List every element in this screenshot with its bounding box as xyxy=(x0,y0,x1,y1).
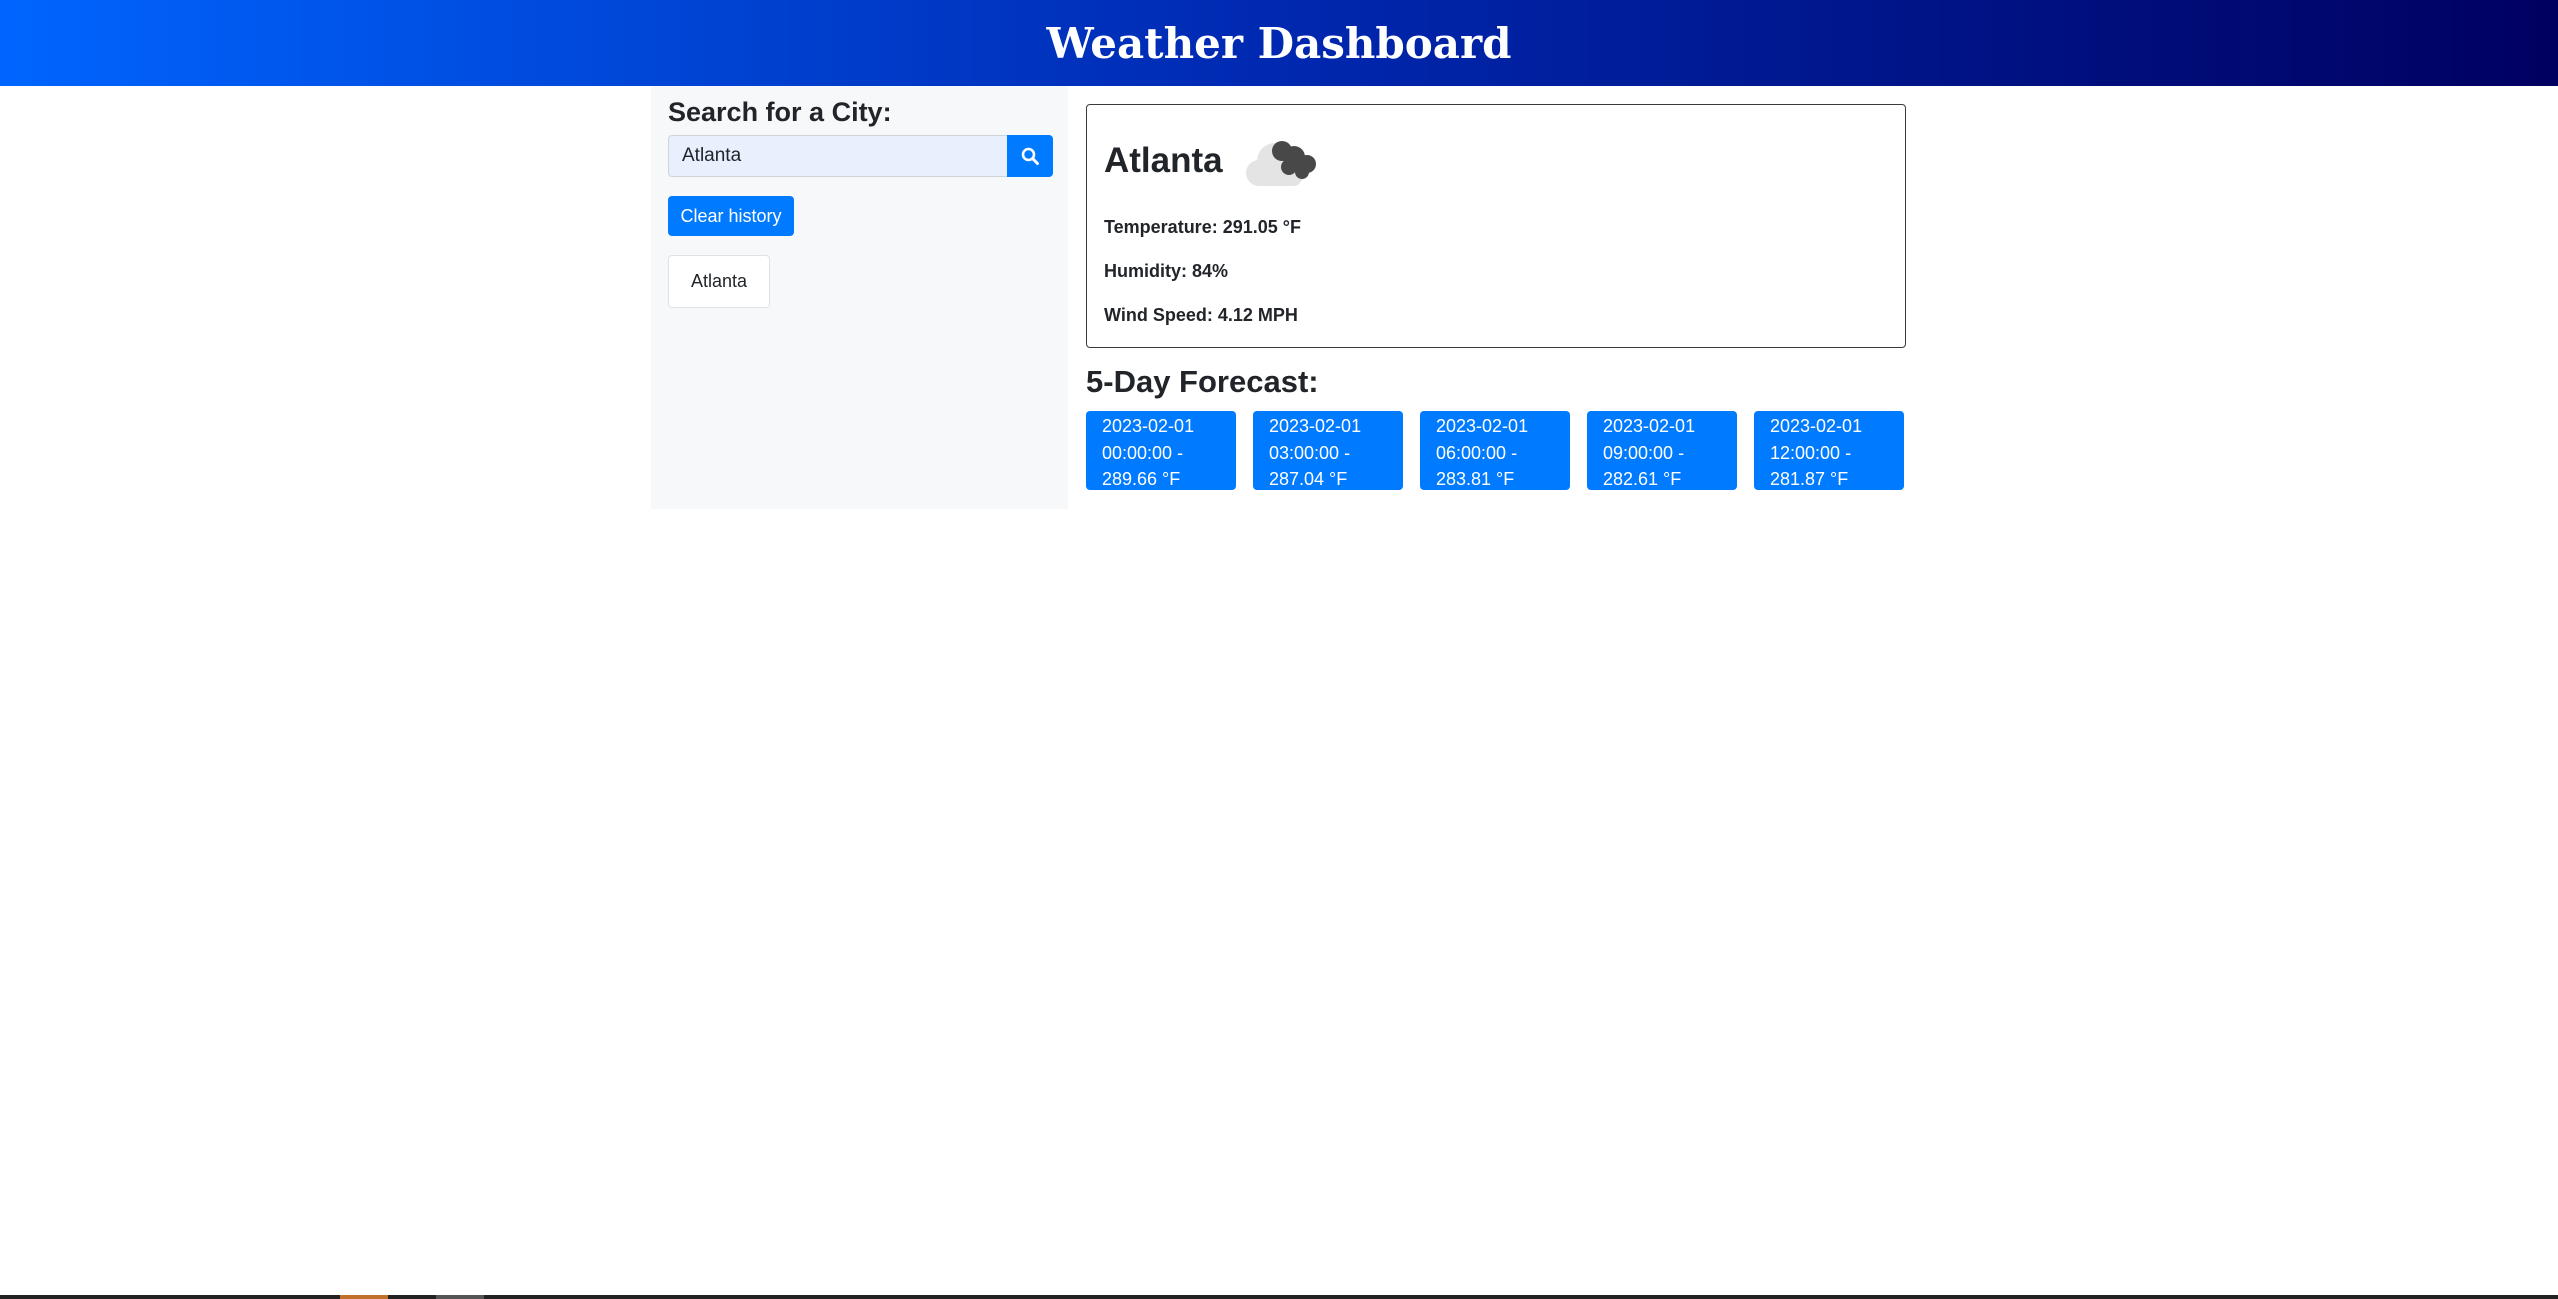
search-button[interactable] xyxy=(1007,135,1053,177)
forecast-time: 12:00:00 - xyxy=(1770,442,1852,463)
forecast-temp: 287.04 °F xyxy=(1269,469,1348,489)
wind-speed-stat: Wind Speed: 4.12 MPH xyxy=(1104,305,1298,325)
clear-history-button[interactable]: Clear history xyxy=(668,196,794,236)
forecast-date: 2023-02-01 xyxy=(1436,416,1529,436)
forecast-temp: 282.61 °F xyxy=(1603,469,1682,489)
forecast-time: 06:00:00 - xyxy=(1436,442,1518,463)
forecast-temp: 289.66 °F xyxy=(1102,469,1181,489)
forecast-time: 03:00:00 - xyxy=(1269,442,1351,463)
search-group xyxy=(668,135,1053,177)
forecast-date: 2023-02-01 xyxy=(1269,416,1362,436)
forecast-card: 2023-02-01 06:00:00 - 283.81 °F xyxy=(1420,411,1570,490)
forecast-time: 09:00:00 - xyxy=(1603,442,1685,463)
forecast-card: 2023-02-01 12:00:00 - 281.87 °F xyxy=(1754,411,1904,490)
forecast-card: 2023-02-01 00:00:00 - 289.66 °F xyxy=(1086,411,1236,490)
page-header: Weather Dashboard xyxy=(0,0,2558,86)
forecast-card: 2023-02-01 09:00:00 - 282.61 °F xyxy=(1587,411,1737,490)
search-heading: Search for a City: xyxy=(668,97,892,127)
search-icon xyxy=(1021,147,1039,165)
broken-clouds-icon xyxy=(1246,141,1316,186)
current-city-name: Atlanta xyxy=(1104,141,1223,180)
forecast-date: 2023-02-01 xyxy=(1770,416,1863,436)
current-weather-card: Atlanta Temperature: 291.05 °F Humidity:… xyxy=(1086,104,1906,348)
history-item-atlanta[interactable]: Atlanta xyxy=(668,255,770,308)
forecast-date: 2023-02-01 xyxy=(1603,416,1696,436)
humidity-stat: Humidity: 84% xyxy=(1104,261,1229,281)
taskbar-indicator xyxy=(436,1295,484,1299)
forecast-time: 00:00:00 - xyxy=(1102,442,1184,463)
taskbar-edge xyxy=(0,1295,2558,1299)
forecast-date: 2023-02-01 xyxy=(1102,416,1195,436)
forecast-temp: 281.87 °F xyxy=(1770,469,1849,489)
city-search-input[interactable] xyxy=(668,135,1007,177)
search-sidebar: Search for a City: Clear history Atlanta xyxy=(651,86,1068,509)
temperature-stat: Temperature: 291.05 °F xyxy=(1104,217,1301,237)
taskbar-indicator xyxy=(340,1295,388,1299)
page-title: Weather Dashboard xyxy=(1046,18,1512,68)
forecast-card: 2023-02-01 03:00:00 - 287.04 °F xyxy=(1253,411,1403,490)
forecast-temp: 283.81 °F xyxy=(1436,469,1515,489)
forecast-row: 2023-02-01 00:00:00 - 289.66 °F 2023-02-… xyxy=(1086,411,1904,490)
forecast-heading: 5-Day Forecast: xyxy=(1086,364,1319,399)
